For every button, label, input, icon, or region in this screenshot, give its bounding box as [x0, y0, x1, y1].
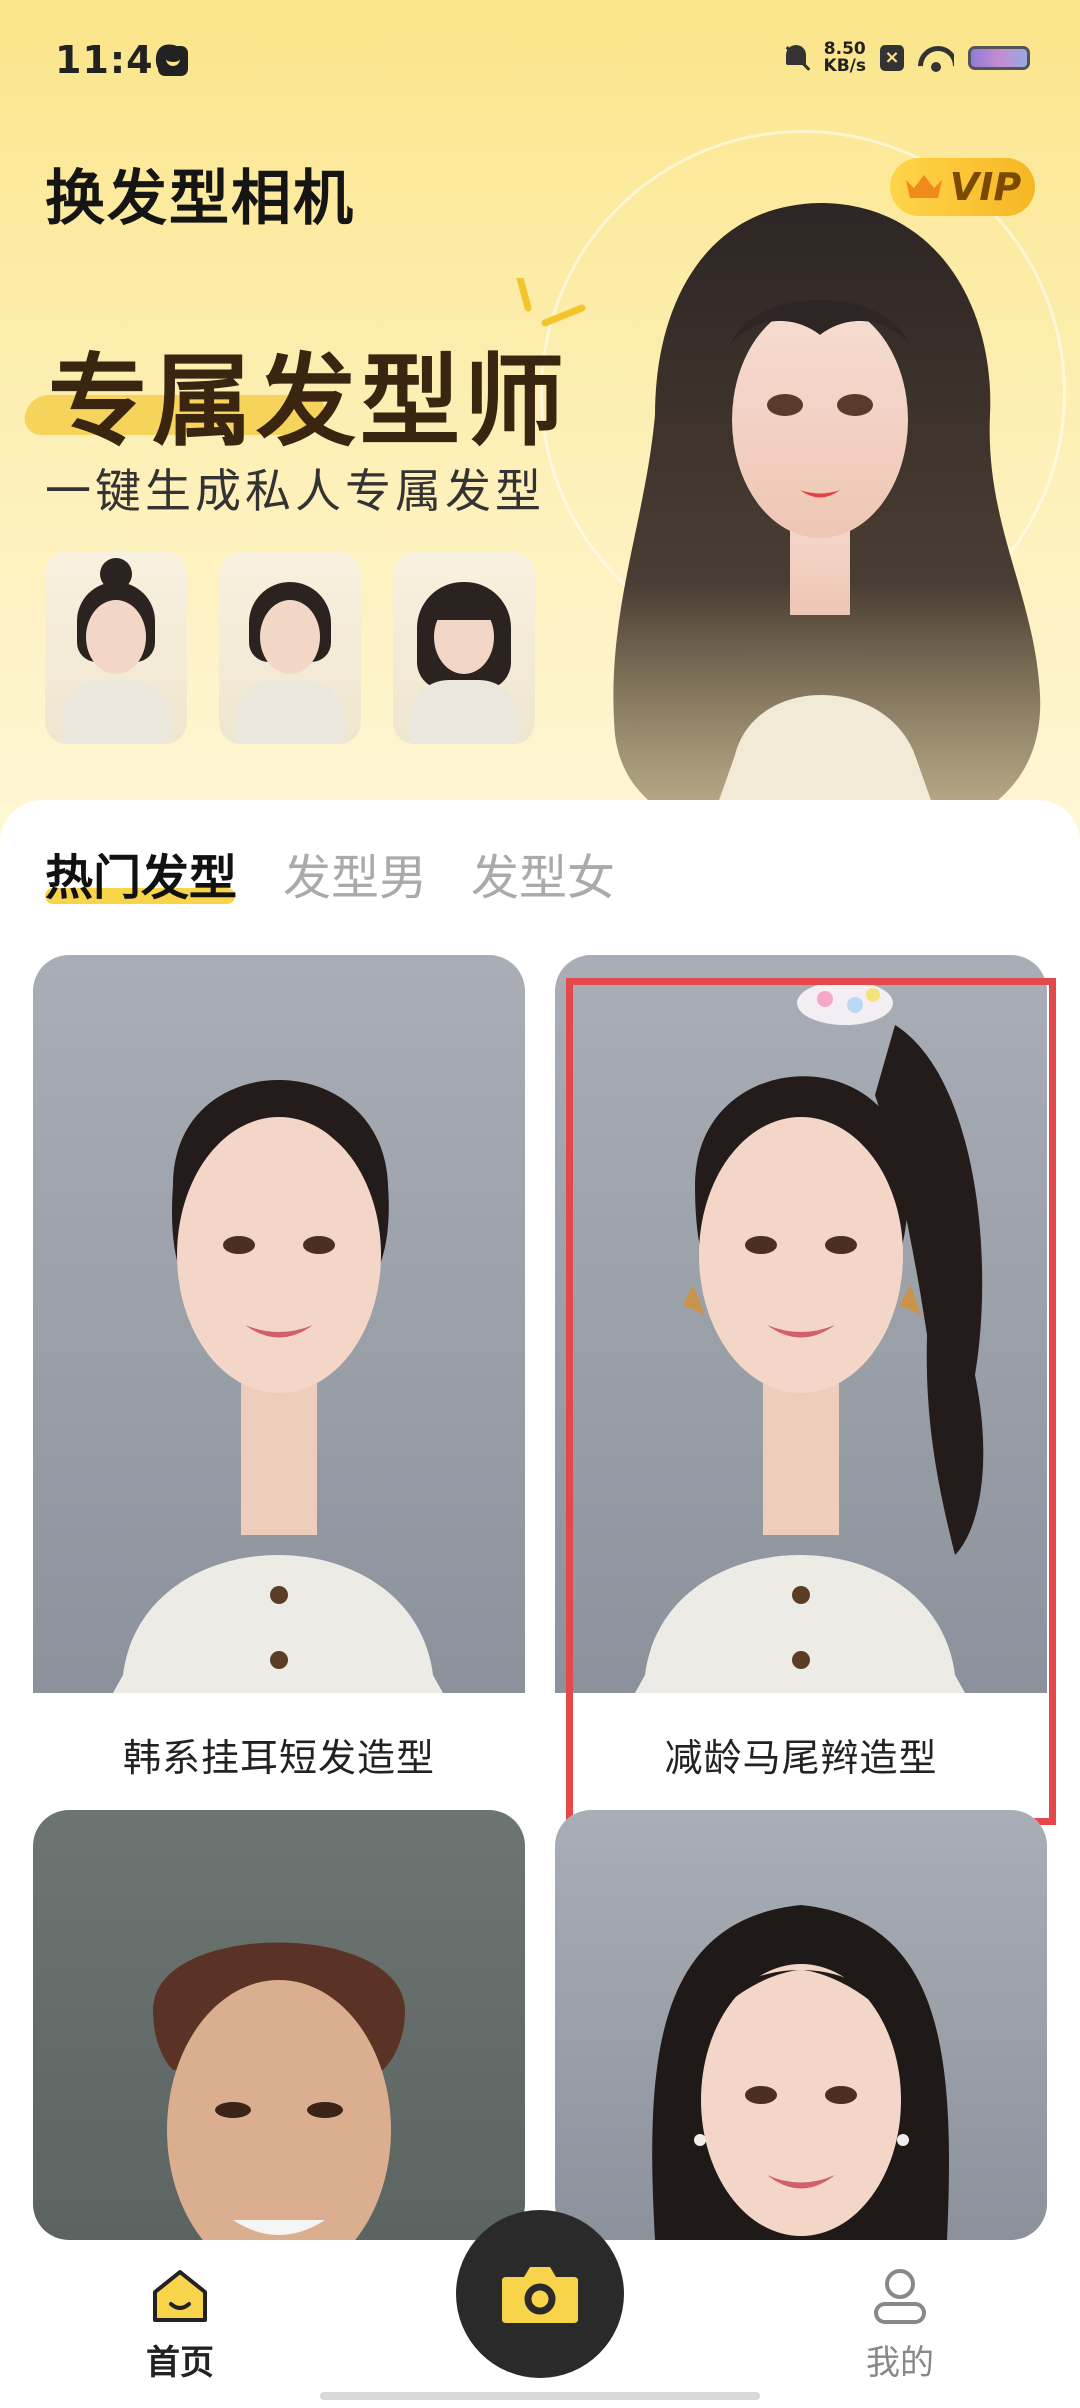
selection-highlight-box: [566, 978, 1056, 1825]
speed-unit: KB/s: [823, 56, 866, 76]
thumbnail-body: [409, 680, 519, 744]
status-bar: 11:46 8.50 KB/s ×: [0, 0, 1080, 120]
notification-app-icon: [158, 46, 188, 76]
hero-thumbnail[interactable]: [219, 552, 361, 744]
battery-icon: [968, 46, 1030, 70]
tab-female-hairstyles[interactable]: 发型女: [471, 838, 615, 908]
nav-home-label: 首页: [146, 2343, 214, 2383]
tab-male-hairstyles[interactable]: 发型男: [283, 838, 427, 908]
tab-hot-hairstyles[interactable]: 热门发型: [45, 838, 237, 908]
card-photo: [33, 955, 525, 1693]
hero-thumbnail[interactable]: [45, 552, 187, 744]
hero-banner: 专属发型师 一键生成私人专属发型: [0, 0, 1080, 840]
bangs-shape: [433, 600, 495, 620]
thumbnail-body: [61, 680, 171, 744]
system-home-indicator[interactable]: [320, 2392, 760, 2400]
hairstyle-card[interactable]: 韩系挂耳短发造型: [33, 955, 525, 1825]
thumbnail-face: [260, 600, 320, 674]
close-box-icon: ×: [880, 45, 904, 71]
card-title: 韩系挂耳短发造型: [122, 1736, 435, 1780]
model-portrait-image: [113, 1080, 443, 1693]
wifi-icon: [918, 44, 954, 72]
hairstyle-card[interactable]: [33, 1810, 525, 2240]
nav-mine[interactable]: 我的: [840, 2266, 960, 2384]
thumbnail-body: [235, 680, 345, 744]
card-photo: [33, 1810, 525, 2240]
vip-label: VIP: [949, 165, 1022, 209]
mute-bell-icon: [782, 43, 810, 73]
home-icon: [153, 2270, 207, 2322]
model-portrait-image: [652, 1905, 949, 2240]
model-portrait-image: [153, 1942, 405, 2240]
hairstyle-card[interactable]: [555, 1810, 1047, 2240]
hero-thumbnail[interactable]: [393, 552, 535, 744]
nav-home[interactable]: 首页: [120, 2268, 240, 2384]
hair-bun-shape: [100, 558, 132, 590]
thumbnail-face: [86, 600, 146, 674]
camera-button[interactable]: [456, 2210, 624, 2378]
crown-icon: [904, 172, 944, 202]
hero-portrait-image: [613, 203, 1041, 840]
network-speed: 8.50 KB/s: [824, 41, 866, 75]
app-title: 换发型相机: [45, 164, 355, 234]
status-icons: 8.50 KB/s ×: [782, 38, 1030, 78]
card-photo: [555, 1810, 1047, 2240]
hero-headline: 专属发型师: [48, 343, 568, 460]
user-icon: [874, 2269, 926, 2324]
camera-icon: [502, 2267, 578, 2323]
vip-button[interactable]: VIP: [890, 158, 1035, 216]
nav-mine-label: 我的: [866, 2343, 934, 2383]
